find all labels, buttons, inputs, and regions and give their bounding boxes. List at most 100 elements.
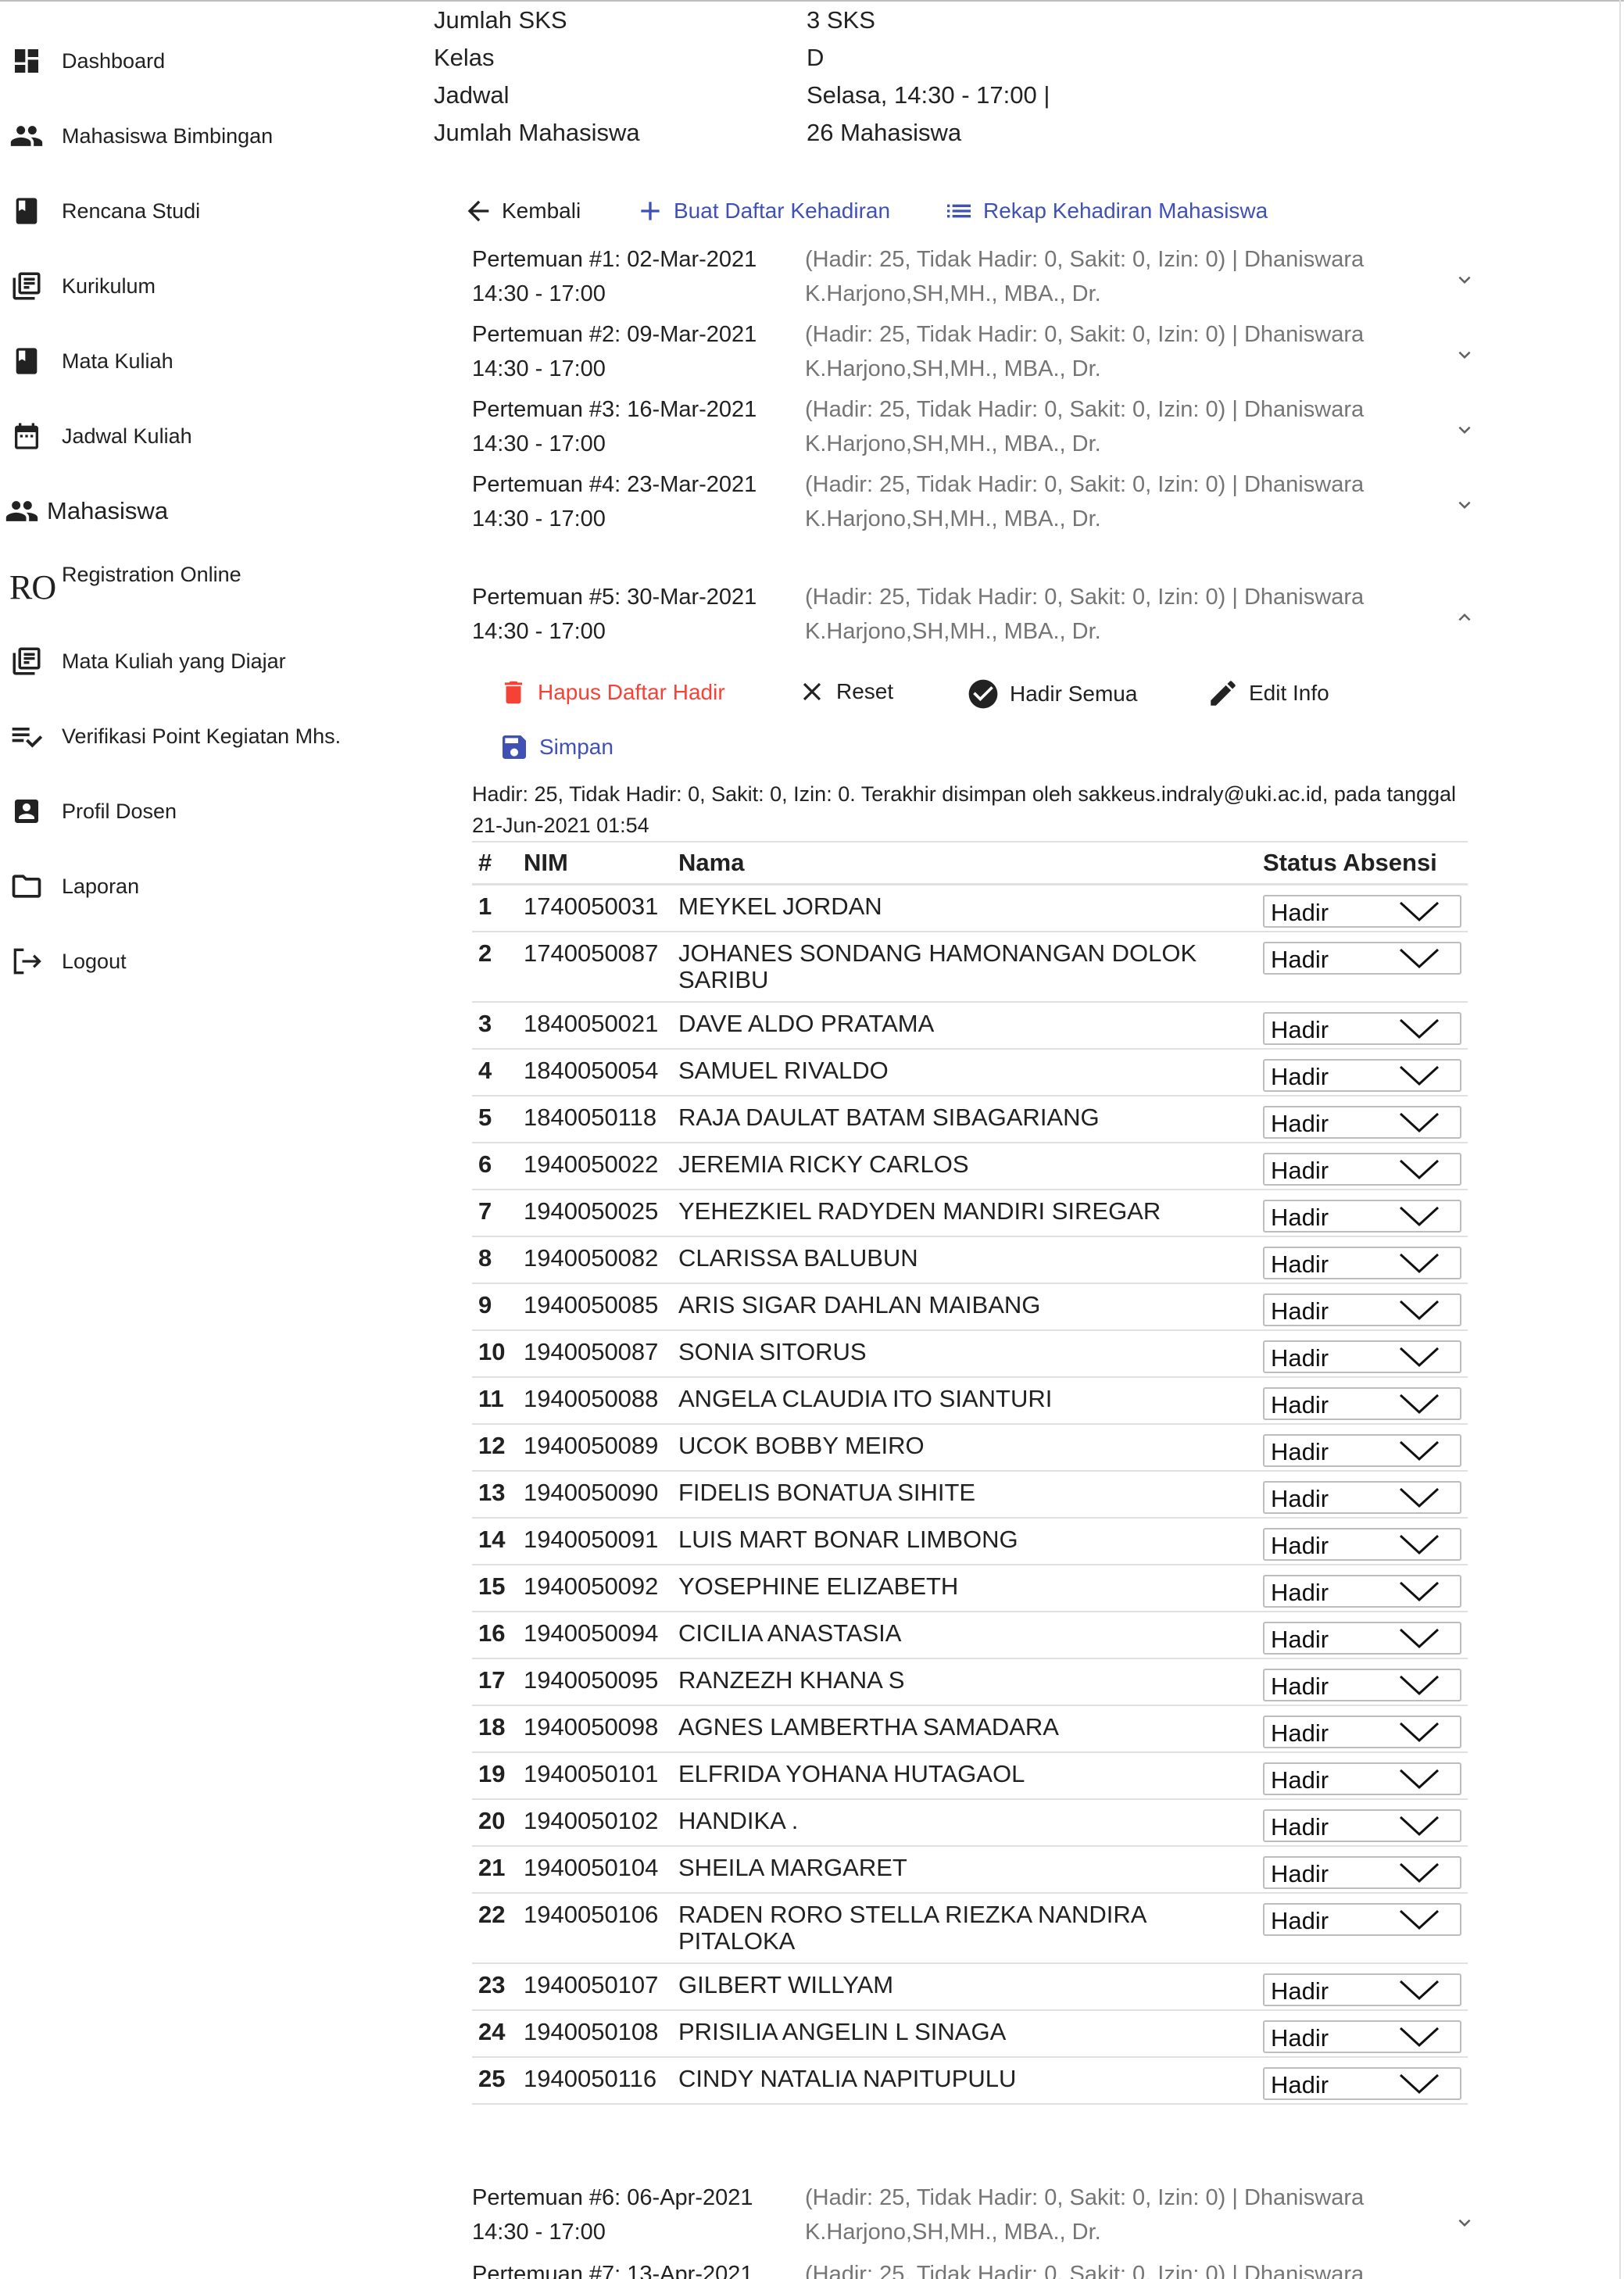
all-present-button[interactable]: Hadir Semua (966, 677, 1137, 711)
row-nama: SONIA SITORUS (678, 1338, 867, 1365)
pencil-icon (1211, 681, 1236, 706)
row-nama: JEREMIA RICKY CARLOS (678, 1150, 969, 1178)
reset-button[interactable]: Reset (797, 677, 893, 707)
table-row: 10 1940050087 SONIA SITORUS Hadir (472, 1329, 1468, 1378)
meeting-item[interactable]: Pertemuan #3: 16-Mar-2021 14:30 - 17:00 (… (472, 392, 1480, 464)
meeting-lecturer: K.Harjono,SH,MH., MBA., Dr. (805, 281, 1101, 306)
chevron-down-icon[interactable] (1449, 489, 1480, 521)
list-icon (947, 204, 971, 218)
status-select[interactable]: Hadir (1263, 1012, 1461, 1045)
sidebar-item-verifikasi-point[interactable]: Verifikasi Point Kegiatan Mhs. (0, 713, 406, 760)
meeting-title: Pertemuan #5: 30-Mar-2021 (472, 585, 757, 610)
create-attendance-button[interactable]: Buat Daftar Kehadiran (635, 195, 890, 227)
row-number: 24 (478, 2018, 506, 2045)
meeting-item[interactable]: Pertemuan #7: 13-Apr-2021 (Hadir: 25, Ti… (472, 2257, 1480, 2279)
status-select[interactable]: Hadir (1263, 1809, 1461, 1842)
sidebar-item-profil-dosen[interactable]: Profil Dosen (0, 788, 406, 835)
table-row: 16 1940050094 CICILIA ANASTASIA Hadir (472, 1611, 1468, 1659)
status-select[interactable]: Hadir (1263, 1856, 1461, 1889)
chevron-down-icon[interactable] (1449, 339, 1480, 370)
meeting-item[interactable]: Pertemuan #4: 23-Mar-2021 14:30 - 17:00 (… (472, 467, 1480, 539)
sidebar-item-rencana-studi[interactable]: Rencana Studi (0, 188, 406, 234)
sidebar-item-mata-kuliah-diajar[interactable]: Mata Kuliah yang Diajar (0, 638, 406, 685)
chevron-down-icon (1399, 948, 1440, 969)
chevron-down-icon (1399, 1816, 1440, 1837)
delete-attendance-button[interactable]: Hapus Daftar Hadir (499, 677, 725, 708)
chevron-up-icon[interactable] (1449, 602, 1480, 633)
status-select[interactable]: Hadir (1263, 1200, 1461, 1233)
edit-info-button[interactable]: Edit Info (1207, 677, 1329, 710)
status-select[interactable]: Hadir (1263, 1481, 1461, 1514)
meeting-item[interactable]: Pertemuan #6: 06-Apr-2021 14:30 - 17:00 (… (472, 2181, 1480, 2252)
status-select[interactable]: Hadir (1263, 895, 1461, 928)
status-value: Hadir (1271, 2071, 1329, 2098)
sidebar-item-label: Verifikasi Point Kegiatan Mhs. (62, 724, 342, 748)
status-select[interactable]: Hadir (1263, 2020, 1461, 2053)
status-select[interactable]: Hadir (1263, 1247, 1461, 1279)
status-select[interactable]: Hadir (1263, 1106, 1461, 1139)
sidebar-item-logout[interactable]: Logout (0, 938, 406, 985)
book-icon (9, 344, 44, 378)
row-nim: 1940050025 (524, 1197, 659, 1225)
status-select[interactable]: Hadir (1263, 1622, 1461, 1655)
chevron-down-icon[interactable] (1449, 264, 1480, 295)
sidebar-item-mahasiswa-bimbingan[interactable]: Mahasiswa Bimbingan (0, 113, 406, 159)
row-nama: UCOK BOBBY MEIRO (678, 1432, 925, 1459)
save-button[interactable]: Simpan (499, 732, 613, 763)
row-nama: DAVE ALDO PRATAMA (678, 1010, 935, 1037)
status-select[interactable]: Hadir (1263, 1153, 1461, 1186)
chevron-down-icon (1399, 1862, 1440, 1884)
back-button[interactable]: Kembali (463, 195, 581, 227)
info-value: 3 SKS (807, 6, 875, 34)
status-select[interactable]: Hadir (1263, 1528, 1461, 1561)
header-nim: NIM (524, 849, 568, 876)
row-nama: HANDIKA . (678, 1807, 799, 1834)
status-select[interactable]: Hadir (1263, 1387, 1461, 1420)
sidebar-item-jadwal-kuliah[interactable]: Jadwal Kuliah (0, 413, 406, 460)
status-select[interactable]: Hadir (1263, 942, 1461, 975)
chevron-down-icon[interactable] (1449, 2207, 1480, 2238)
meeting-stats: (Hadir: 25, Tidak Hadir: 0, Sakit: 0, Iz… (805, 2185, 1365, 2210)
chevron-down-icon (1399, 1347, 1440, 1368)
meeting-lecturer: K.Harjono,SH,MH., MBA., Dr. (805, 619, 1101, 644)
table-row: 21 1940050104 SHEILA MARGARET Hadir (472, 1845, 1468, 1894)
status-select[interactable]: Hadir (1263, 1903, 1461, 1936)
sidebar-item-laporan[interactable]: Laporan (0, 863, 406, 910)
status-select[interactable]: Hadir (1263, 1293, 1461, 1326)
row-nim: 1940050089 (524, 1432, 659, 1459)
sidebar-item-dashboard[interactable]: Dashboard (0, 38, 406, 84)
status-select[interactable]: Hadir (1263, 1059, 1461, 1092)
recap-attendance-button[interactable]: Rekap Kehadiran Mahasiswa (943, 195, 1268, 227)
chevron-down-icon[interactable] (1449, 414, 1480, 445)
sidebar-item-kurikulum[interactable]: Kurikulum (0, 263, 406, 309)
status-select[interactable]: Hadir (1263, 1669, 1461, 1701)
sidebar-item-label: Mata Kuliah yang Diajar (62, 649, 286, 673)
status-value: Hadir (1271, 1485, 1329, 1512)
row-nim: 1840050021 (524, 1010, 659, 1037)
row-number: 10 (478, 1338, 506, 1365)
sidebar-item-mahasiswa[interactable]: Mahasiswa (0, 488, 406, 535)
status-select[interactable]: Hadir (1263, 1973, 1461, 2006)
meeting-item[interactable]: Pertemuan #2: 09-Mar-2021 14:30 - 17:00 (… (472, 317, 1480, 389)
sidebar-item-registration-online[interactable]: RO Registration Online (0, 563, 406, 610)
row-nama: PRISILIA ANGELIN L SINAGA (678, 2018, 1007, 2045)
row-nim: 1940050107 (524, 1971, 659, 1998)
top-border (0, 0, 1624, 2)
meeting-stats: (Hadir: 25, Tidak Hadir: 0, Sakit: 0, Iz… (805, 472, 1365, 497)
status-select[interactable]: Hadir (1263, 1434, 1461, 1467)
row-number: 4 (478, 1057, 492, 1084)
row-number: 15 (478, 1572, 506, 1600)
row-number: 22 (478, 1901, 506, 1928)
status-select[interactable]: Hadir (1263, 1575, 1461, 1608)
status-value: Hadir (1271, 1297, 1329, 1325)
status-select[interactable]: Hadir (1263, 1340, 1461, 1373)
chevron-down-icon (1399, 1112, 1440, 1133)
status-select[interactable]: Hadir (1263, 2067, 1461, 2100)
row-nama: FIDELIS BONATUA SIHITE (678, 1479, 976, 1506)
meeting-item-expanded[interactable]: Pertemuan #5: 30-Mar-2021 14:30 - 17:00 (… (472, 580, 1480, 652)
row-nama: YOSEPHINE ELIZABETH (678, 1572, 959, 1600)
status-select[interactable]: Hadir (1263, 1716, 1461, 1748)
sidebar-item-mata-kuliah[interactable]: Mata Kuliah (0, 338, 406, 385)
status-select[interactable]: Hadir (1263, 1762, 1461, 1795)
meeting-item[interactable]: Pertemuan #1: 02-Mar-2021 14:30 - 17:00 (… (472, 242, 1480, 314)
